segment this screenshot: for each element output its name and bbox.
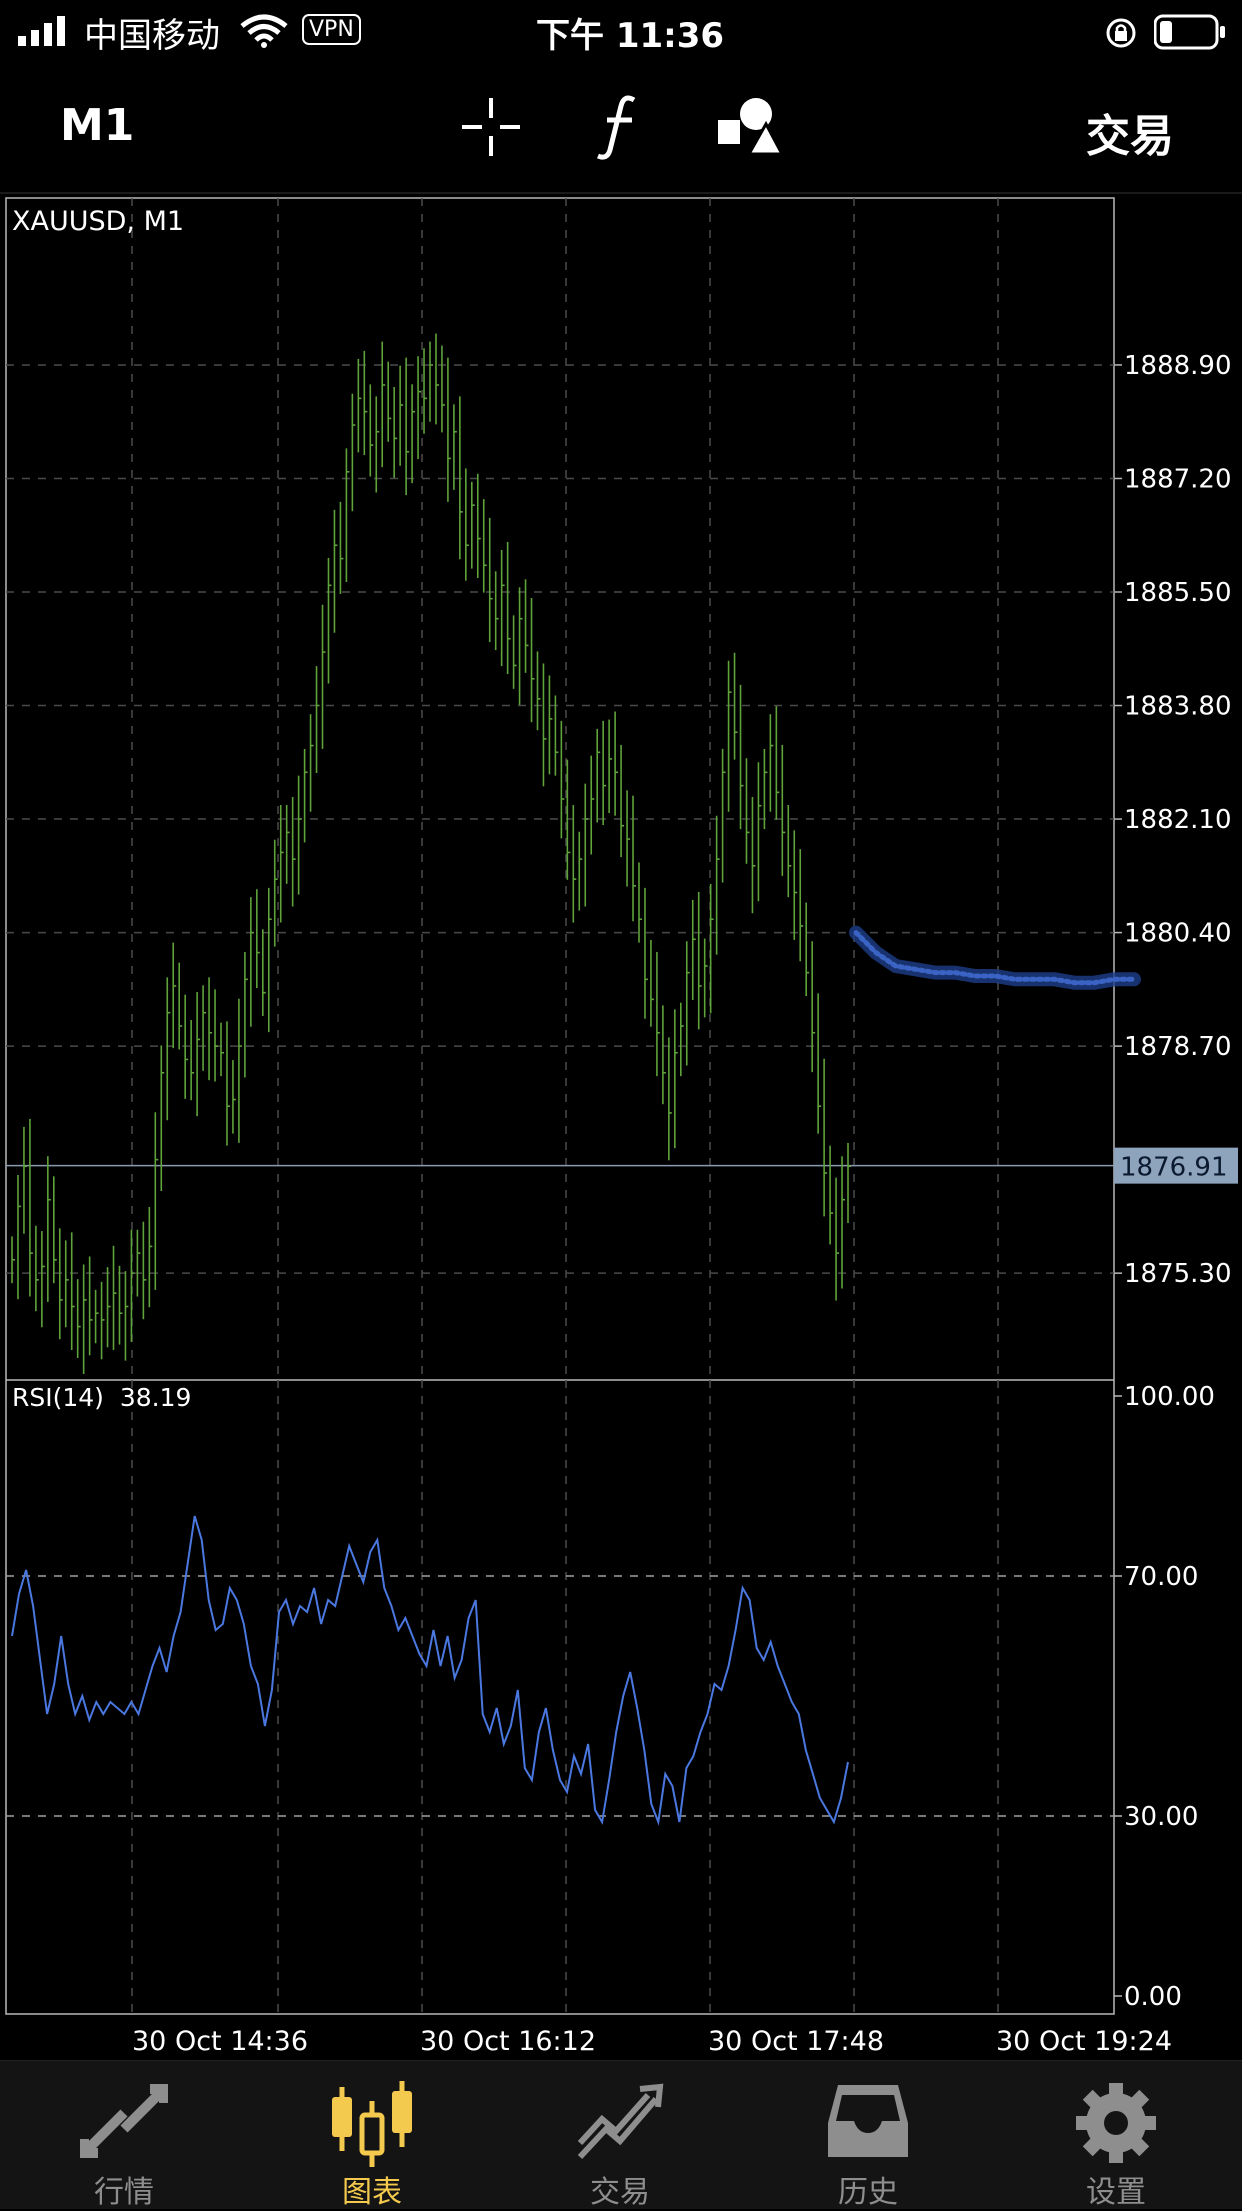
tab-trade-label: 交易 — [590, 2175, 650, 2210]
crosshair-icon[interactable] — [460, 96, 522, 158]
inbox-icon — [828, 2085, 908, 2157]
price-tick-label: 1887.20 — [1124, 464, 1232, 494]
price-chart[interactable]: 1888.90 1887.20 1885.50 1883.80 1882.10 1880.… — [0, 192, 1242, 2060]
trade-button[interactable]: 交易 — [1086, 100, 1174, 164]
battery-icon — [1154, 14, 1225, 50]
tab-quotes-label: 行情 — [94, 2175, 154, 2210]
status-bar: 中国移动 VPN 下午 11:36 — [0, 0, 1242, 62]
tab-settings[interactable]: 设置 — [992, 2061, 1240, 2210]
tab-history[interactable]: 历史 — [744, 2061, 992, 2210]
current-price-label: 1876.91 — [1120, 1153, 1228, 1183]
time-tick-label: 30 Oct 14:36 — [132, 2026, 308, 2057]
timeframe-button[interactable]: M1 — [60, 100, 134, 151]
trade-chart-icon — [577, 2083, 664, 2160]
rsi-tick-label: 70.00 — [1124, 1562, 1198, 1592]
symbol-label: XAUUSD, M1 — [12, 206, 184, 237]
tab-trade[interactable]: 交易 — [496, 2061, 744, 2210]
vpn-badge: VPN — [302, 14, 361, 45]
time-tick-label: 30 Oct 19:24 — [996, 2026, 1172, 2057]
time-tick-label: 30 Oct 16:12 — [420, 2026, 596, 2057]
tab-quotes[interactable]: 行情 — [0, 2061, 248, 2210]
orientation-lock-icon — [1106, 18, 1136, 48]
rsi-tick-label: 100.00 — [1124, 1382, 1215, 1412]
carrier-name: 中国移动 — [84, 16, 220, 56]
gear-icon — [1076, 2083, 1156, 2163]
wifi-icon — [240, 14, 288, 48]
price-tick-label: 1888.90 — [1124, 351, 1232, 381]
price-tick-label: 1883.80 — [1124, 692, 1232, 722]
indicators-icon[interactable] — [594, 92, 644, 162]
chart-toolbar: M1 交易 — [0, 62, 1242, 194]
price-tick-label: 1878.70 — [1124, 1032, 1232, 1062]
price-tick-label: 1875.30 — [1124, 1259, 1232, 1289]
rsi-tick-label: 0.00 — [1124, 1982, 1182, 2012]
rsi-label: RSI(14) 38.19 — [12, 1383, 191, 1412]
tab-charts-label: 图表 — [342, 2175, 402, 2210]
price-tick-label: 1885.50 — [1124, 578, 1232, 608]
tab-history-label: 历史 — [838, 2175, 898, 2210]
candlestick-icon — [332, 2081, 412, 2167]
quotes-icon — [80, 2084, 168, 2158]
rsi-tick-label: 30.00 — [1124, 1802, 1198, 1832]
tab-settings-label: 设置 — [1086, 2175, 1146, 2210]
tab-bar: 行情 图表 交易 历史 设置 — [0, 2060, 1242, 2210]
price-tick-label: 1880.40 — [1124, 919, 1232, 949]
tab-charts[interactable]: 图表 — [248, 2061, 496, 2210]
clock: 下午 11:36 — [536, 16, 725, 56]
signal-icon — [18, 16, 65, 46]
price-tick-label: 1882.10 — [1124, 805, 1232, 835]
time-tick-label: 30 Oct 17:48 — [708, 2026, 884, 2057]
objects-icon[interactable] — [716, 92, 782, 158]
